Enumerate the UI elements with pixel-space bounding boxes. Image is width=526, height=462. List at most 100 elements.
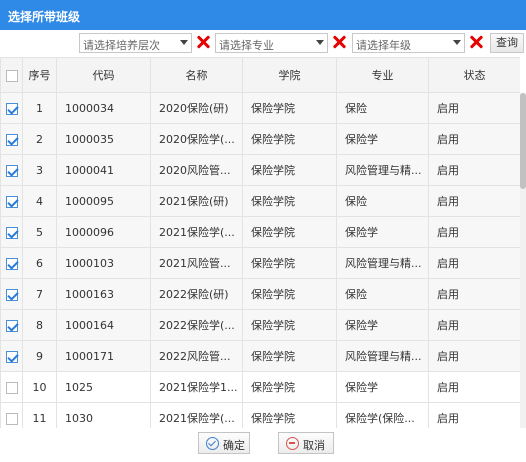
row-major: 保险: [336, 185, 429, 217]
row-select-cell[interactable]: [0, 309, 23, 341]
ok-button[interactable]: 确定: [198, 432, 250, 454]
row-code: 1000041: [56, 154, 151, 186]
clear-grade-icon[interactable]: [469, 35, 483, 49]
row-select-cell[interactable]: [0, 185, 23, 217]
close-icon[interactable]: [514, 2, 524, 12]
scrollbar-thumb[interactable]: [520, 93, 526, 189]
major-select-placeholder: 请选择专业: [219, 39, 274, 52]
row-index: 8: [22, 309, 57, 341]
row-index: 10: [22, 371, 57, 403]
row-index: 9: [22, 340, 57, 372]
table-row[interactable]: 9 1000171 2022风险管... 保险学院 风险管理与精... 启用: [0, 340, 520, 372]
table-row[interactable]: 2 1000035 2020保险学(... 保险学院 保险学 启用: [0, 123, 520, 155]
row-status: 启用: [428, 278, 520, 310]
row-code: 1000096: [56, 216, 151, 248]
row-checkbox[interactable]: [5, 226, 18, 239]
row-name: 2020保险(研): [150, 92, 243, 124]
table-row[interactable]: 8 1000164 2022保险学(... 保险学院 保险学 启用: [0, 309, 520, 341]
table-row[interactable]: 11 1030 2021保险学(... 保险学院 保险学(保险... 启用: [0, 402, 520, 428]
query-button[interactable]: 查询: [490, 33, 524, 53]
row-select-cell[interactable]: [0, 402, 23, 428]
row-name: 2022保险(研): [150, 278, 243, 310]
header-code[interactable]: 代码: [56, 57, 151, 93]
header-select-all[interactable]: [0, 57, 23, 93]
header-status[interactable]: 状态: [428, 57, 520, 93]
row-name: 2020风险管...: [150, 154, 243, 186]
table-row[interactable]: 10 1025 2021保险学1... 保险学院 保险学 启用: [0, 371, 520, 403]
table-row[interactable]: 1 1000034 2020保险(研) 保险学院 保险 启用: [0, 92, 520, 124]
table-row[interactable]: 4 1000095 2021保险(研) 保险学院 保险 启用: [0, 185, 520, 217]
row-name: 2021保险(研): [150, 185, 243, 217]
level-select-placeholder: 请选择培养层次: [83, 39, 160, 52]
cancel-button[interactable]: 取消: [278, 432, 334, 454]
row-select-cell[interactable]: [0, 92, 23, 124]
table-row[interactable]: 3 1000041 2020风险管... 保险学院 风险管理与精... 启用: [0, 154, 520, 186]
row-code: 1025: [56, 371, 151, 403]
row-status: 启用: [428, 309, 520, 341]
row-checkbox[interactable]: [5, 288, 18, 301]
row-major: 保险学: [336, 123, 429, 155]
header-index[interactable]: 序号: [22, 57, 57, 93]
row-checkbox[interactable]: [5, 257, 18, 270]
class-table: 序号 代码 名称 学院 专业 状态 1 1000034 2020保险(研) 保险学院保…: [0, 57, 520, 428]
vertical-scrollbar[interactable]: [520, 93, 526, 428]
row-checkbox[interactable]: [5, 350, 18, 363]
header-name[interactable]: 名称: [150, 57, 243, 93]
row-name: 2022保险学(...: [150, 309, 243, 341]
row-code: 1000164: [56, 309, 151, 341]
header-college[interactable]: 学院: [242, 57, 337, 93]
row-college: 保险学院: [242, 278, 337, 310]
row-name: 2021保险学(...: [150, 216, 243, 248]
row-index: 3: [22, 154, 57, 186]
row-major: 风险管理与精...: [336, 154, 429, 186]
row-checkbox[interactable]: [5, 164, 18, 177]
dialog-title: 选择所带班级: [8, 10, 81, 24]
row-checkbox[interactable]: [5, 133, 18, 146]
row-index: 1: [22, 92, 57, 124]
clear-level-icon[interactable]: [196, 35, 210, 49]
row-college: 保险学院: [242, 371, 337, 403]
major-select[interactable]: 请选择专业: [215, 33, 328, 53]
table-row[interactable]: 6 1000103 2021风险管... 保险学院 风险管理与精... 启用: [0, 247, 520, 279]
row-status: 启用: [428, 247, 520, 279]
row-college: 保险学院: [242, 185, 337, 217]
row-select-cell[interactable]: [0, 247, 23, 279]
header-major[interactable]: 专业: [336, 57, 429, 93]
table-row[interactable]: 7 1000163 2022保险(研) 保险学院 保险 启用: [0, 278, 520, 310]
row-college: 保险学院: [242, 247, 337, 279]
row-checkbox[interactable]: [5, 412, 18, 425]
row-status: 启用: [428, 340, 520, 372]
row-checkbox[interactable]: [5, 102, 18, 115]
row-checkbox[interactable]: [5, 381, 18, 394]
row-checkbox[interactable]: [5, 195, 18, 208]
row-index: 6: [22, 247, 57, 279]
ok-button-label: 确定: [223, 439, 245, 452]
row-index: 5: [22, 216, 57, 248]
row-name: 2021风险管...: [150, 247, 243, 279]
table-row[interactable]: 5 1000096 2021保险学(... 保险学院 保险学 启用: [0, 216, 520, 248]
dialog-footer: 确定 取消: [0, 428, 526, 462]
filter-bar: 请选择培养层次 请选择专业 请选择年级 查询: [0, 30, 526, 56]
row-index: 11: [22, 402, 57, 428]
select-all-checkbox[interactable]: [5, 69, 18, 82]
row-select-cell[interactable]: [0, 154, 23, 186]
row-index: 7: [22, 278, 57, 310]
level-select[interactable]: 请选择培养层次: [79, 33, 192, 53]
row-index: 4: [22, 185, 57, 217]
row-major: 保险学(保险...: [336, 402, 429, 428]
chevron-down-icon: [180, 40, 188, 45]
row-select-cell[interactable]: [0, 216, 23, 248]
row-name: 2021保险学(...: [150, 402, 243, 428]
grade-select[interactable]: 请选择年级: [352, 33, 465, 53]
row-name: 2020保险学(...: [150, 123, 243, 155]
row-major: 保险: [336, 278, 429, 310]
row-select-cell[interactable]: [0, 340, 23, 372]
row-code: 1000171: [56, 340, 151, 372]
clear-major-icon[interactable]: [332, 35, 346, 49]
row-name: 2021保险学1...: [150, 371, 243, 403]
row-select-cell[interactable]: [0, 123, 23, 155]
row-code: 1000095: [56, 185, 151, 217]
row-checkbox[interactable]: [5, 319, 18, 332]
row-select-cell[interactable]: [0, 278, 23, 310]
row-select-cell[interactable]: [0, 371, 23, 403]
